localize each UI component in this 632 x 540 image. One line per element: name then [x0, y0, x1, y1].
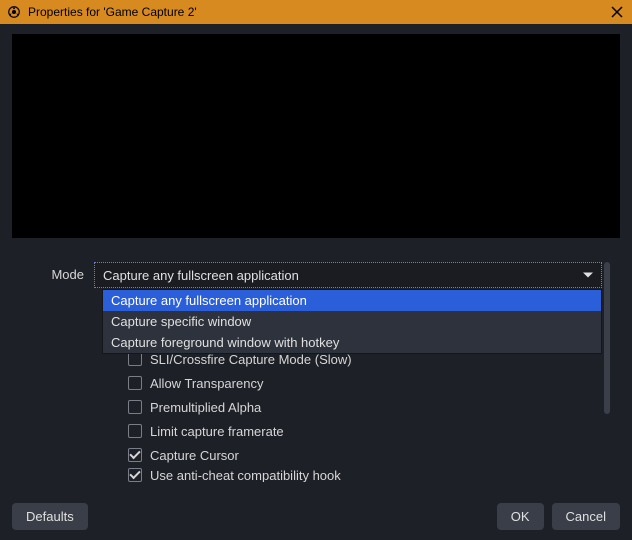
- cancel-button[interactable]: Cancel: [552, 503, 620, 530]
- mode-select-value: Capture any fullscreen application: [103, 268, 299, 283]
- defaults-button[interactable]: Defaults: [12, 503, 88, 530]
- chevron-down-icon: [583, 273, 593, 278]
- content: Mode Capture any fullscreen application …: [0, 24, 632, 482]
- check-anticheat[interactable]: Use anti-cheat compatibility hook: [128, 468, 602, 482]
- mode-option-0[interactable]: Capture any fullscreen application: [103, 290, 601, 311]
- mode-option-1[interactable]: Capture specific window: [103, 311, 601, 332]
- footer: Defaults OK Cancel: [12, 503, 620, 530]
- properties-scrollbar[interactable]: [604, 262, 610, 464]
- app-icon: [6, 4, 22, 20]
- check-transparency[interactable]: Allow Transparency: [128, 372, 602, 394]
- check-label: Premultiplied Alpha: [150, 400, 261, 415]
- mode-label: Mode: [12, 262, 94, 288]
- check-label: Capture Cursor: [150, 448, 239, 463]
- check-label: Allow Transparency: [150, 376, 263, 391]
- ok-button[interactable]: OK: [497, 503, 544, 530]
- checkbox-list: SLI/Crossfire Capture Mode (Slow) Allow …: [128, 348, 602, 482]
- checkbox-icon: [128, 376, 142, 390]
- checkbox-icon: [128, 352, 142, 366]
- form-area: Mode Capture any fullscreen application …: [12, 262, 620, 482]
- close-icon: [611, 6, 623, 18]
- checkbox-icon: [128, 468, 142, 482]
- mode-option-2[interactable]: Capture foreground window with hotkey: [103, 332, 601, 353]
- window-title: Properties for 'Game Capture 2': [28, 5, 608, 19]
- checkbox-icon: [128, 424, 142, 438]
- scrollbar-thumb[interactable]: [604, 262, 610, 414]
- titlebar: Properties for 'Game Capture 2': [0, 0, 632, 24]
- close-button[interactable]: [608, 3, 626, 21]
- check-label: Use anti-cheat compatibility hook: [150, 468, 341, 482]
- capture-preview: [12, 34, 620, 238]
- check-limit[interactable]: Limit capture framerate: [128, 420, 602, 442]
- mode-select[interactable]: Capture any fullscreen application: [94, 262, 602, 288]
- checkbox-icon: [128, 400, 142, 414]
- check-cursor[interactable]: Capture Cursor: [128, 444, 602, 466]
- checkbox-icon: [128, 448, 142, 462]
- mode-dropdown: Capture any fullscreen application Captu…: [102, 289, 602, 354]
- check-label: Limit capture framerate: [150, 424, 284, 439]
- check-premultiplied[interactable]: Premultiplied Alpha: [128, 396, 602, 418]
